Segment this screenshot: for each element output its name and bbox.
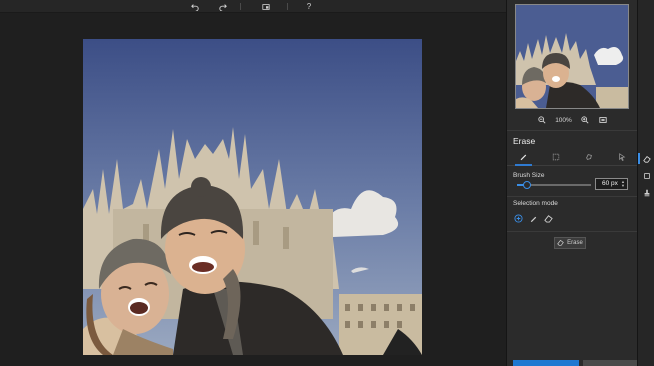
- section-divider: [507, 231, 638, 232]
- tool-strip: [637, 0, 654, 366]
- erase-tool-tabs: [507, 150, 638, 166]
- selection-mode-label: Selection mode: [513, 200, 558, 207]
- brush-mode-icon[interactable]: [529, 214, 538, 223]
- toolbar-divider: [240, 3, 241, 10]
- apply-button[interactable]: [513, 360, 579, 366]
- right-panel: 100% Erase Brush Size 60 px ▲ ▼ Selectio…: [506, 0, 649, 366]
- active-tool-indicator: [638, 153, 640, 164]
- brush-size-slider[interactable]: [517, 181, 591, 189]
- image-canvas[interactable]: [0, 13, 506, 366]
- navigator: 100%: [507, 0, 638, 131]
- stamp-tool-icon[interactable]: [642, 188, 652, 198]
- navigator-thumbnail[interactable]: [515, 4, 629, 109]
- zoom-out-icon[interactable]: [537, 115, 547, 125]
- erase-button-icon: [557, 239, 564, 248]
- tab-lasso[interactable]: [573, 150, 606, 165]
- redo-icon[interactable]: [216, 1, 230, 12]
- brush-icon: [519, 153, 527, 163]
- eraser-tool-icon[interactable]: [642, 154, 652, 164]
- lasso-icon: [585, 153, 593, 163]
- erase-button[interactable]: Erase: [554, 237, 586, 249]
- fit-screen-icon[interactable]: [598, 115, 608, 125]
- brush-size-input[interactable]: 60 px ▲ ▼: [595, 178, 628, 190]
- crop-tool-icon[interactable]: [642, 171, 652, 181]
- section-divider: [507, 196, 638, 197]
- help-button[interactable]: ?: [302, 1, 316, 12]
- compare-icon[interactable]: [259, 1, 273, 12]
- brush-size-value: 60 px: [602, 180, 618, 187]
- tab-rect-select[interactable]: [540, 150, 573, 165]
- selection-mode-options: [514, 214, 553, 223]
- erase-button-label: Erase: [567, 240, 583, 246]
- spinner-icon[interactable]: ▲ ▼: [621, 180, 625, 188]
- zoom-in-icon[interactable]: [580, 115, 590, 125]
- photo-selfie-cathedral[interactable]: [83, 39, 422, 355]
- toolbar-divider: [287, 3, 288, 10]
- brush-size-label: Brush Size: [513, 172, 545, 179]
- slider-thumb[interactable]: [523, 181, 532, 189]
- zoom-controls: 100%: [507, 113, 638, 127]
- eraser-mode-icon[interactable]: [544, 214, 553, 223]
- rect-select-icon: [552, 153, 560, 163]
- tab-pointer-select[interactable]: [605, 150, 638, 165]
- add-selection-icon[interactable]: [514, 214, 523, 223]
- top-toolbar: ?: [0, 0, 506, 13]
- panel-title: Erase: [513, 136, 536, 146]
- zoom-level: 100%: [555, 116, 572, 124]
- undo-icon[interactable]: [188, 1, 202, 12]
- pointer-select-icon: [618, 152, 626, 163]
- tab-brush[interactable]: [507, 150, 540, 166]
